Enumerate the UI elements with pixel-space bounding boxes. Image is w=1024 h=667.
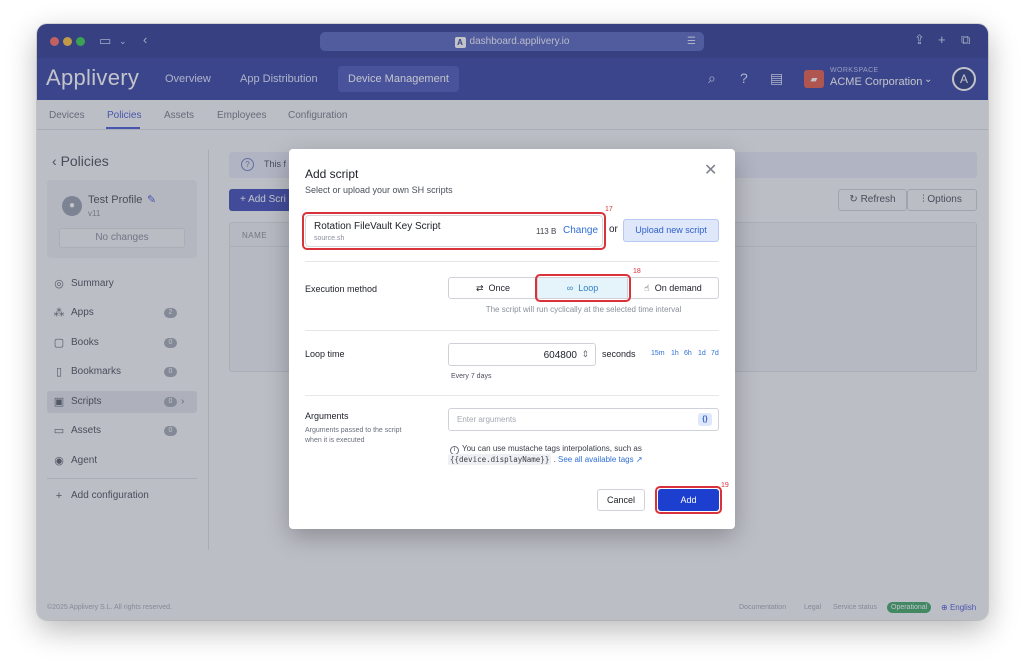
see-all-tags-link[interactable]: See all available tags — [558, 455, 634, 464]
repeat-once-icon: ⇄ — [475, 283, 484, 293]
add-script-dialog: Add script Select or upload your own SH … — [289, 149, 735, 529]
cancel-button[interactable]: Cancel — [597, 489, 645, 511]
execution-hint: The script will run cyclically at the se… — [485, 305, 682, 314]
execution-option-once[interactable]: ⇄ Once — [448, 277, 538, 299]
or-separator: or — [609, 224, 618, 235]
braces-icon[interactable]: {} — [698, 413, 712, 426]
preset-1h[interactable]: 1h — [671, 350, 679, 357]
annotation-number: 17 — [605, 206, 613, 213]
dialog-title: Add script — [305, 167, 359, 181]
preset-15m[interactable]: 15m — [651, 350, 665, 357]
divider — [305, 330, 719, 331]
arguments-description: Arguments passed to the script when it i… — [305, 427, 402, 444]
hand-pointer-icon: ☝ — [644, 283, 650, 293]
loop-time-unit: seconds — [602, 349, 636, 359]
divider — [305, 395, 719, 396]
loop-time-value: 604800 — [543, 350, 577, 361]
stepper-icon[interactable]: ⇕ — [581, 349, 589, 360]
divider — [305, 261, 719, 262]
upload-new-script-button[interactable]: Upload new script — [623, 219, 719, 242]
annotation-number: 19 — [721, 482, 729, 489]
highlight-box-add — [655, 486, 722, 514]
loop-time-input[interactable]: 604800 ⇕ — [448, 343, 596, 366]
loop-time-label: Loop time — [305, 349, 345, 359]
external-link-icon[interactable]: ↗ — [636, 455, 643, 464]
dialog-subtitle: Select or upload your own SH scripts — [305, 185, 453, 195]
execution-option-on-demand[interactable]: ☝ On demand — [628, 277, 719, 299]
arguments-input[interactable]: Enter arguments {} — [448, 408, 719, 431]
preset-7d[interactable]: 7d — [711, 350, 719, 357]
highlight-box-script — [302, 212, 606, 250]
annotation-number: 18 — [633, 268, 641, 275]
arguments-placeholder: Enter arguments — [457, 415, 517, 424]
example-tag: {{device.displayName}} — [448, 454, 552, 465]
preset-6h[interactable]: 6h — [684, 350, 692, 357]
preset-1d[interactable]: 1d — [698, 350, 706, 357]
loop-time-hint: Every 7 days — [451, 373, 492, 380]
close-icon[interactable]: ✕ — [704, 163, 717, 179]
execution-method-label: Execution method — [305, 284, 378, 294]
arguments-label: Arguments — [305, 411, 349, 421]
highlight-box-loop — [535, 274, 631, 302]
arguments-help-example: {{device.displayName}} . See all availab… — [448, 454, 643, 465]
